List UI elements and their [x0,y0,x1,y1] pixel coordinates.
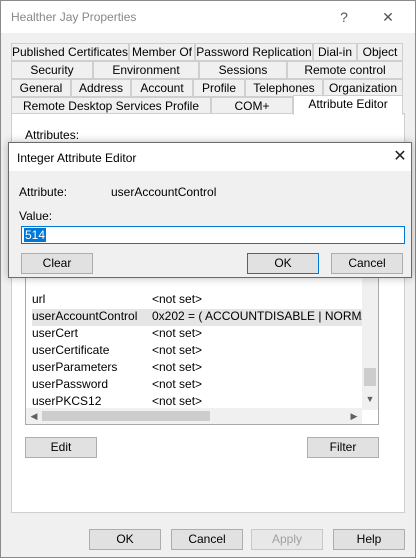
tab-security[interactable]: Security [11,61,93,79]
attribute-name: userAccountControl [32,309,138,323]
tab-member-of[interactable]: Member Of [129,43,195,61]
editor-title: Integer Attribute Editor [17,151,137,165]
tab-dial-in[interactable]: Dial-in [313,43,357,61]
tab-sessions[interactable]: Sessions [199,61,287,79]
tab-address[interactable]: Address [71,79,131,97]
tab-account[interactable]: Account [131,79,193,97]
apply-button[interactable]: Apply [251,529,323,550]
list-item[interactable]: url <not set> [32,292,362,309]
attribute-label: Attribute: [19,185,68,199]
tab-object[interactable]: Object [357,43,403,61]
attribute-name: userCertificate [32,343,110,357]
tab-remote-control[interactable]: Remote control [287,61,403,79]
attribute-value: <not set> [152,326,203,340]
filter-button[interactable]: Filter [307,437,379,458]
attribute-value: <not set> [152,360,203,374]
scroll-left-icon[interactable]: ◀ [27,409,41,423]
scroll-down-icon[interactable]: ▼ [363,392,377,406]
list-item[interactable]: userCert <not set> [32,326,362,343]
close-icon[interactable]: ✕ [375,7,401,27]
attribute-name: url [32,292,46,306]
help-icon[interactable]: ? [331,7,357,27]
clear-button[interactable]: Clear [21,253,93,274]
vertical-scroll-thumb[interactable] [364,368,376,386]
horizontal-scroll-thumb[interactable] [42,411,210,421]
list-item[interactable]: userCertificate <not set> [32,343,362,360]
integer-attribute-editor-dialog: Integer Attribute Editor ✕ Attribute: us… [8,142,412,278]
attribute-value: <not set> [152,292,203,306]
scroll-right-icon[interactable]: ▶ [347,409,361,423]
attributes-caption: Attributes: [25,128,80,142]
attribute-value: <not set> [152,343,203,357]
value-label: Value: [19,209,53,223]
editor-title-bar[interactable]: Integer Attribute Editor ✕ [9,143,411,171]
attribute-name: userCert [32,326,79,340]
edit-button[interactable]: Edit [25,437,97,458]
tab-profile[interactable]: Profile [193,79,245,97]
title-bar[interactable]: Healther Jay Properties ? ✕ [1,1,415,33]
value-input[interactable]: 514 [21,226,405,244]
attribute-value: <not set> [152,377,203,391]
tab-published-certificates[interactable]: Published Certificates [11,43,129,61]
tab-general[interactable]: General [11,79,71,97]
editor-close-icon[interactable]: ✕ [391,147,409,167]
tab-password-replication[interactable]: Password Replication [195,43,313,61]
list-item-selected[interactable]: userAccountControl 0x202 = ( ACCOUNTDISA… [32,309,362,326]
attribute-name: userPassword [32,377,109,391]
properties-dialog: Healther Jay Properties ? ✕ Published Ce… [0,0,416,558]
tab-environment[interactable]: Environment [93,61,199,79]
list-item[interactable]: userParameters <not set> [32,360,362,377]
ok-button[interactable]: OK [89,529,161,550]
attribute-name: userParameters [32,360,118,374]
attribute-value: <not set> [152,394,203,408]
value-text-selected: 514 [24,228,47,242]
list-item[interactable]: userPassword <not set> [32,377,362,394]
editor-cancel-button[interactable]: Cancel [331,253,403,274]
attribute-name: userPKCS12 [32,394,102,408]
editor-ok-button[interactable]: OK [247,253,319,274]
attribute-value: 0x202 = ( ACCOUNTDISABLE | NORMAL_ACCOUN… [152,309,362,323]
tab-attribute-editor[interactable]: Attribute Editor [293,95,403,115]
help-button[interactable]: Help [333,529,405,550]
window-title: Healther Jay Properties [11,10,137,24]
cancel-button[interactable]: Cancel [171,529,243,550]
attribute-name-value: userAccountControl [111,185,217,199]
horizontal-scrollbar[interactable]: ◀ ▶ [26,408,362,424]
